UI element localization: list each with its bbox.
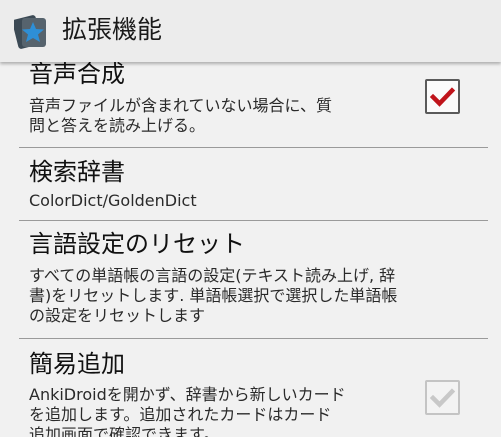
checkmark-icon [429, 87, 456, 107]
page-title: 拡張機能 [62, 15, 163, 44]
divider [19, 220, 488, 221]
action-bar: 拡張機能 [0, 0, 501, 62]
divider [19, 338, 488, 339]
pref-title: 言語設定のリセット [29, 230, 245, 258]
anki-star-icon [12, 15, 46, 49]
pref-summary: 音声ファイルが含まれていない場合に、質 問と答えを読み上げる。 [29, 96, 333, 135]
app-icon[interactable] [12, 15, 48, 49]
quick-add-checkbox[interactable] [425, 380, 460, 415]
pref-summary: AnkiDroidを開かず、辞書から新しいカード を追加します。追加されたカード… [29, 385, 346, 437]
divider [19, 147, 488, 148]
pref-summary: ColorDict/GoldenDict [29, 191, 197, 210]
tts-checkbox[interactable] [425, 79, 460, 114]
pref-title: 音声合成 [29, 60, 125, 88]
pref-title: 簡易追加 [29, 350, 125, 378]
settings-screen: 拡張機能 音声合成 音声ファイルが含まれていない場合に、質 問と答えを読み上げる… [0, 0, 501, 437]
pref-title: 検索辞書 [29, 158, 125, 186]
checkmark-icon [429, 388, 456, 408]
pref-summary: すべての単語帳の言語の設定(テキスト読み上げ, 辞 書)をリセットします. 単語… [29, 266, 398, 325]
